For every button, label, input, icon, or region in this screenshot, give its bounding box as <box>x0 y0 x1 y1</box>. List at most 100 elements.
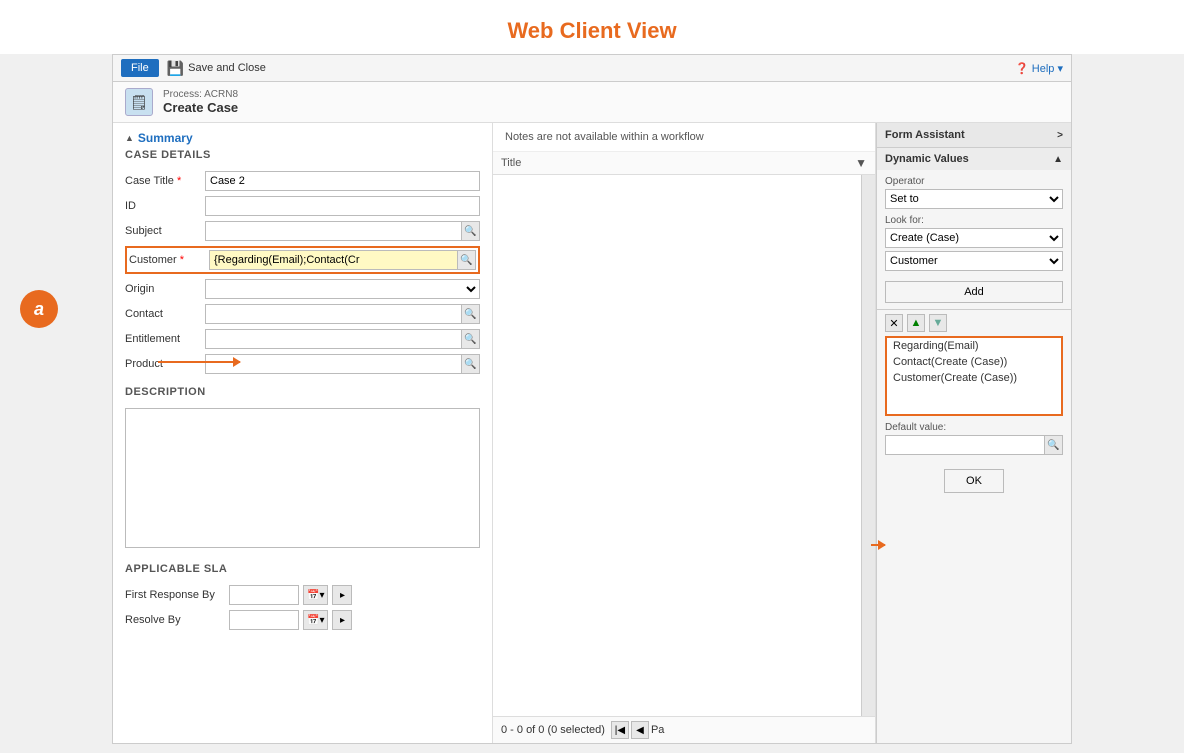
filter-icon[interactable]: ▼ <box>855 156 867 170</box>
dv-up-button[interactable]: ▲ <box>907 314 925 332</box>
customer-label: Customer * <box>129 254 209 266</box>
summary-link[interactable]: ▲ Summary <box>125 131 480 145</box>
default-value-input[interactable] <box>885 435 1045 455</box>
ok-btn-row: OK <box>877 461 1071 501</box>
default-value-label: Default value: <box>885 422 1063 433</box>
file-button[interactable]: File <box>121 59 159 77</box>
first-response-date-btn[interactable]: 📅▾ <box>303 585 328 605</box>
dynamic-values-body: Operator Set to Look for: Create (Case) <box>877 170 1071 309</box>
help-button[interactable]: ❓ Help ▾ <box>1015 62 1063 75</box>
first-response-label: First Response By <box>125 589 225 601</box>
expand-icon[interactable]: > <box>1057 130 1063 141</box>
annotation-a: a <box>20 290 58 328</box>
default-value-lookup-icon[interactable]: 🔍 <box>1045 435 1063 455</box>
look-for-label: Look for: <box>885 215 1063 226</box>
summary-triangle-icon: ▲ <box>125 133 134 143</box>
sla-section: APPLICABLE SLA First Response By 📅▾ ▸ Re… <box>125 563 480 630</box>
toolbar: File 💾 Save and Close ❓ Help ▾ <box>113 55 1071 82</box>
origin-select[interactable] <box>205 279 480 299</box>
resolve-by-input[interactable] <box>229 610 299 630</box>
pagination-nav: |◀ ◀ Pa <box>611 721 664 739</box>
default-value-section: Default value: 🔍 <box>877 416 1071 461</box>
operator-select[interactable]: Set to <box>885 189 1063 209</box>
dynamic-values-arrow-icon: ▲ <box>1053 154 1063 165</box>
case-title-input[interactable] <box>205 171 480 191</box>
case-title-label: Case Title * <box>125 175 205 187</box>
entitlement-row: Entitlement 🔍 <box>125 329 480 349</box>
dynamic-values-label: Dynamic Values <box>885 153 969 165</box>
id-input[interactable] <box>205 196 480 216</box>
annotation-arrowhead-dv <box>878 540 886 550</box>
process-name: Create Case <box>163 100 238 115</box>
contact-row: Contact 🔍 <box>125 304 480 324</box>
subject-lookup-icon[interactable]: 🔍 <box>462 221 480 241</box>
operator-label: Operator <box>885 176 1063 187</box>
title-column-label: Title <box>501 157 521 169</box>
add-button[interactable]: Add <box>885 281 1063 303</box>
dynamic-values-section: Dynamic Values ▲ Operator Set to <box>877 148 1071 310</box>
customer-row: Customer * 🔍 <box>129 250 476 270</box>
grid-scrollbar[interactable] <box>861 175 875 716</box>
product-lookup-icon[interactable]: 🔍 <box>462 354 480 374</box>
subject-label: Subject <box>125 225 205 237</box>
case-title-row: Case Title * <box>125 171 480 191</box>
customer-input[interactable] <box>209 250 458 270</box>
resolve-by-date-btn[interactable]: 📅▾ <box>303 610 328 630</box>
prev-page-button[interactable]: ◀ <box>631 721 649 739</box>
subject-input[interactable] <box>205 221 462 241</box>
page-label: Pa <box>651 724 664 736</box>
dv-down-button[interactable]: ▼ <box>929 314 947 332</box>
description-textarea[interactable] <box>125 408 480 548</box>
dynamic-values-header[interactable]: Dynamic Values ▲ <box>877 148 1071 170</box>
help-icon: ❓ <box>1015 63 1029 75</box>
dv-delete-button[interactable]: ✕ <box>885 314 903 332</box>
id-row: ID <box>125 196 480 216</box>
process-label: Process: ACRN8 <box>163 89 238 100</box>
form-assistant-header: Form Assistant > <box>877 123 1071 148</box>
dv-toolbar: ✕ ▲ ▼ <box>877 310 1071 336</box>
look-for-sub-select[interactable]: Customer <box>885 251 1063 271</box>
process-bar: 🗒 Process: ACRN8 Create Case <box>113 82 1071 123</box>
resolve-by-row: Resolve By 📅▾ ▸ <box>125 610 480 630</box>
form-assistant-panel: Form Assistant > Dynamic Values ▲ Operat <box>876 123 1071 743</box>
page-title: Web Client View <box>0 0 1184 54</box>
default-value-field: 🔍 <box>885 435 1063 455</box>
contact-input[interactable] <box>205 304 462 324</box>
first-response-input[interactable] <box>229 585 299 605</box>
entitlement-lookup-icon[interactable]: 🔍 <box>462 329 480 349</box>
summary-text: Summary <box>138 131 193 145</box>
look-for-select[interactable]: Create (Case) <box>885 228 1063 248</box>
first-response-row: First Response By 📅▾ ▸ <box>125 585 480 605</box>
entitlement-label: Entitlement <box>125 333 205 345</box>
pagination-text: 0 - 0 of 0 (0 selected) <box>501 724 605 736</box>
dv-item-0[interactable]: Regarding(Email) <box>887 338 1061 354</box>
resolve-by-cal-btn[interactable]: ▸ <box>332 610 352 630</box>
customer-lookup-icon[interactable]: 🔍 <box>458 250 476 270</box>
entitlement-input[interactable] <box>205 329 462 349</box>
description-section: DESCRIPTION <box>125 386 480 551</box>
first-page-button[interactable]: |◀ <box>611 721 629 739</box>
required-star: * <box>177 175 181 187</box>
left-form: ▲ Summary CASE DETAILS Case Title * <box>113 123 493 743</box>
id-label: ID <box>125 200 205 212</box>
save-close-button[interactable]: 💾 Save and Close <box>167 60 266 77</box>
subject-row: Subject 🔍 <box>125 221 480 241</box>
process-icon: 🗒 <box>125 88 153 116</box>
save-close-label: Save and Close <box>188 62 266 74</box>
first-response-cal-btn[interactable]: ▸ <box>332 585 352 605</box>
annotation-arrow-dv <box>871 544 885 546</box>
product-input[interactable] <box>205 354 462 374</box>
grid-area <box>493 175 861 716</box>
form-assistant-title: Form Assistant <box>885 129 965 141</box>
middle-panel: Notes are not available within a workflo… <box>493 123 876 743</box>
pagination-bar: 0 - 0 of 0 (0 selected) |◀ ◀ Pa <box>493 716 875 743</box>
origin-row: Origin <box>125 279 480 299</box>
contact-label: Contact <box>125 308 205 320</box>
dv-item-1[interactable]: Contact(Create (Case)) <box>887 354 1061 370</box>
origin-label: Origin <box>125 283 205 295</box>
contact-lookup-icon[interactable]: 🔍 <box>462 304 480 324</box>
ok-button[interactable]: OK <box>944 469 1004 493</box>
resolve-by-label: Resolve By <box>125 614 225 626</box>
save-icon: 💾 <box>167 60 184 77</box>
dv-item-2[interactable]: Customer(Create (Case)) <box>887 370 1061 386</box>
